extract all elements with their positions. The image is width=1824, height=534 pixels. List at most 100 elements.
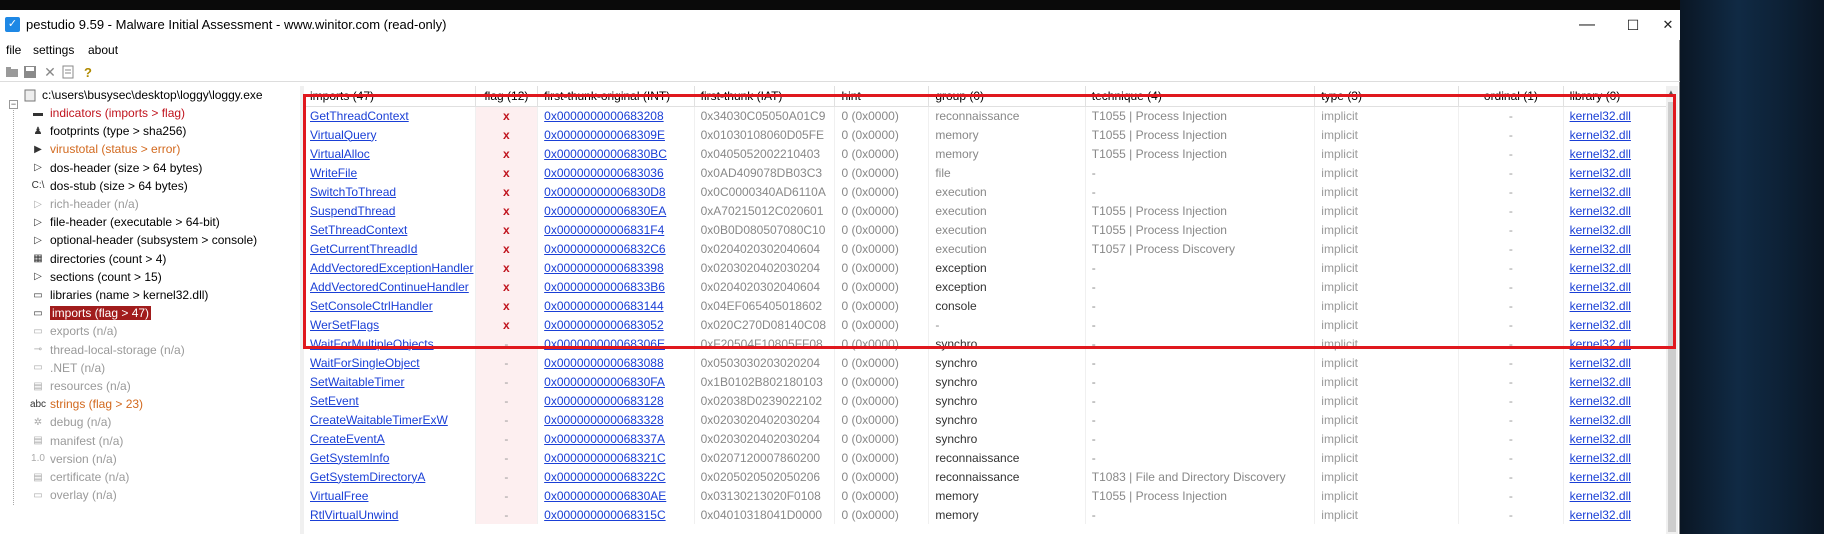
import-link[interactable]: WaitForSingleObject (310, 356, 420, 370)
table-row[interactable]: CreateEventA -0x000000000068337A 0x0203020… (304, 429, 1669, 448)
int-link[interactable]: 0x000000000068306E (544, 337, 665, 351)
table-row[interactable]: GetCurrentThreadId x 0x00000000006832C6 0x0… (304, 239, 1669, 258)
library-link[interactable]: kernel32.dll (1570, 109, 1631, 123)
library-link[interactable]: kernel32.dll (1570, 166, 1631, 180)
tree-item[interactable]: 1.0 version (n/a) (30, 450, 117, 468)
column-header-flag[interactable]: flag (12) (475, 86, 539, 107)
int-link[interactable]: 0x0000000000683052 (544, 318, 663, 332)
import-link[interactable]: GetSystemDirectoryA (310, 470, 425, 484)
maximize-button[interactable]: ☐ (1610, 10, 1656, 40)
library-link[interactable]: kernel32.dll (1570, 318, 1631, 332)
help-icon[interactable]: ? (80, 64, 96, 80)
table-row[interactable]: AddVectoredContinueHandler x 0x00000000006… (304, 277, 1669, 296)
int-link[interactable]: 0x0000000000683128 (544, 394, 663, 408)
library-link[interactable]: kernel32.dll (1570, 470, 1631, 484)
menu-file[interactable]: file (6, 43, 21, 57)
table-row[interactable]: VirtualFree -0x00000000006830AE 0x03130213… (304, 486, 1669, 505)
tree-item[interactable]: ▷ rich-header (n/a) (30, 195, 139, 213)
tree-item[interactable]: ▤ resources (n/a) (30, 377, 130, 395)
int-link[interactable]: 0x0000000000683398 (544, 261, 663, 275)
import-link[interactable]: CreateEventA (310, 432, 385, 446)
tree-item[interactable]: ▭ exports (n/a) (30, 322, 117, 340)
library-link[interactable]: kernel32.dll (1570, 489, 1631, 503)
table-row[interactable]: VirtualAlloc x 0x00000000006830BC 0x0405052… (304, 144, 1669, 163)
int-link[interactable]: 0x0000000000683036 (544, 166, 663, 180)
library-link[interactable]: kernel32.dll (1570, 128, 1631, 142)
tree-item[interactable]: ✲ debug (n/a) (30, 413, 112, 431)
table-row[interactable]: VirtualQuery x 0x000000000068309E 0x0103010… (304, 125, 1669, 144)
library-link[interactable]: kernel32.dll (1570, 242, 1631, 256)
column-header-library[interactable]: library (0) (1563, 86, 1669, 107)
library-link[interactable]: kernel32.dll (1570, 280, 1631, 294)
column-header-technique[interactable]: technique (4) (1085, 86, 1316, 107)
int-link[interactable]: 0x000000000068322C (544, 470, 665, 484)
int-link[interactable]: 0x0000000000683144 (544, 299, 663, 313)
table-row[interactable]: GetThreadContext x 0x0000000000683208 0x340… (304, 106, 1669, 125)
library-link[interactable]: kernel32.dll (1570, 413, 1631, 427)
import-link[interactable]: SetEvent (310, 394, 359, 408)
table-row[interactable]: GetSystemInfo -0x000000000068321C 0x020712… (304, 448, 1669, 467)
save-icon[interactable] (22, 64, 38, 80)
tree-item[interactable]: ▤ manifest (n/a) (30, 432, 123, 450)
import-link[interactable]: VirtualFree (310, 489, 368, 503)
tree-item[interactable]: ▭ overlay (n/a) (30, 486, 116, 504)
table-row[interactable]: SetWaitableTimer -0x00000000006830FA 0x1B0… (304, 372, 1669, 391)
tree-item[interactable]: C:\ dos-stub (size > 64 bytes) (30, 177, 188, 195)
column-header-group[interactable]: group (0) (928, 86, 1086, 107)
column-header-imports[interactable]: imports (47) (304, 86, 476, 107)
vertical-scrollbar[interactable]: ▲ (1666, 86, 1678, 534)
import-link[interactable]: SuspendThread (310, 204, 395, 218)
library-link[interactable]: kernel32.dll (1570, 432, 1631, 446)
table-row[interactable]: GetSystemDirectoryA -0x000000000068322C 0x… (304, 467, 1669, 486)
library-link[interactable]: kernel32.dll (1570, 451, 1631, 465)
import-link[interactable]: SetThreadContext (310, 223, 407, 237)
import-link[interactable]: WaitForMultipleObjects (310, 337, 434, 351)
int-link[interactable]: 0x00000000006830EA (544, 204, 666, 218)
column-header-int[interactable]: first-thunk-original (INT) (537, 86, 695, 107)
import-link[interactable]: AddVectoredExceptionHandler (310, 261, 473, 275)
scroll-up-icon[interactable]: ▲ (1667, 88, 1675, 97)
tree-item[interactable]: ▷ optional-header (subsystem > console) (30, 231, 257, 249)
import-link[interactable]: SetWaitableTimer (310, 375, 404, 389)
table-row[interactable]: RtlVirtualUnwind -0x000000000068315C 0x040… (304, 505, 1669, 524)
tree-item[interactable]: ▭ imports (flag > 47) (30, 304, 152, 322)
tree-item[interactable]: ▬ indicators (imports > flag) (30, 104, 185, 122)
library-link[interactable]: kernel32.dll (1570, 223, 1631, 237)
tree-item[interactable]: ▭ libraries (name > kernel32.dll) (30, 286, 208, 304)
tree-item[interactable]: abc strings (flag > 23) (30, 395, 143, 413)
tree-item[interactable]: ▶ virustotal (status > error) (30, 140, 180, 158)
table-row[interactable]: SwitchToThread x 0x00000000006830D8 0x0C000… (304, 182, 1669, 201)
title-bar[interactable]: ✓ pestudio 9.59 - Malware Initial Assess… (0, 10, 1680, 40)
library-link[interactable]: kernel32.dll (1570, 299, 1631, 313)
library-link[interactable]: kernel32.dll (1570, 375, 1631, 389)
import-link[interactable]: SwitchToThread (310, 185, 396, 199)
table-row[interactable]: CreateWaitableTimerExW -0x000000000068332… (304, 410, 1669, 429)
table-row[interactable]: AddVectoredExceptionHandler x 0x0000000000… (304, 258, 1669, 277)
menu-settings[interactable]: settings (33, 43, 74, 57)
table-row[interactable]: SetEvent -0x0000000000683128 0x02038D02390… (304, 391, 1669, 410)
tree-item[interactable]: ▷ dos-header (size > 64 bytes) (30, 159, 202, 177)
library-link[interactable]: kernel32.dll (1570, 185, 1631, 199)
import-link[interactable]: WriteFile (310, 166, 357, 180)
import-link[interactable]: VirtualQuery (310, 128, 376, 142)
library-link[interactable]: kernel32.dll (1570, 147, 1631, 161)
table-row[interactable]: SetConsoleCtrlHandler x 0x0000000000683144… (304, 296, 1669, 315)
copy-icon[interactable] (60, 64, 76, 80)
import-link[interactable]: CreateWaitableTimerExW (310, 413, 448, 427)
column-header-hint[interactable]: hint (834, 86, 930, 107)
tree-item[interactable]: ▤ certificate (n/a) (30, 468, 129, 486)
tree-item[interactable]: ▦ directories (count > 4) (30, 250, 166, 268)
int-link[interactable]: 0x0000000000683088 (544, 356, 663, 370)
tree-item[interactable]: ▷ sections (count > 15) (30, 268, 162, 286)
tree-root[interactable]: c:\users\busysec\desktop\loggy\loggy.exe (22, 86, 263, 104)
column-header-ordinal[interactable]: ordinal (1) (1458, 86, 1564, 107)
column-header-iat[interactable]: first-thunk (IAT) (694, 86, 836, 107)
int-link[interactable]: 0x0000000000683328 (544, 413, 663, 427)
table-row[interactable]: WaitForSingleObject -0x0000000000683088 0x… (304, 353, 1669, 372)
tree-item[interactable]: ▭ .NET (n/a) (30, 359, 105, 377)
int-link[interactable]: 0x0000000000683208 (544, 109, 663, 123)
library-link[interactable]: kernel32.dll (1570, 337, 1631, 351)
library-link[interactable]: kernel32.dll (1570, 508, 1631, 522)
table-row[interactable]: WerSetFlags x 0x0000000000683052 0x020C270D… (304, 315, 1669, 334)
menu-about[interactable]: about (88, 43, 118, 57)
